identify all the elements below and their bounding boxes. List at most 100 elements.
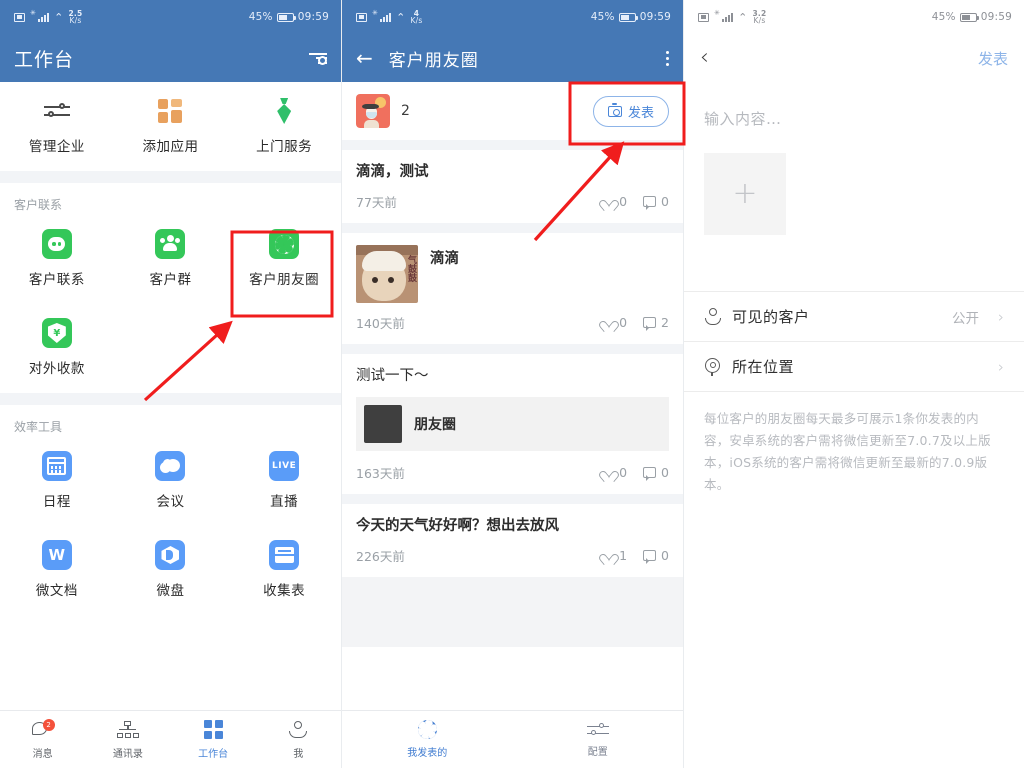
network-speed-unit: K/s xyxy=(69,16,82,25)
my-name: 2 xyxy=(401,103,410,119)
panel-customer-moments: ✳ ⌃ 4 K/s 45% 09:59 ← 客户朋友圈 2 发表 滴滴，测试 7… xyxy=(342,0,684,768)
efficiency-tools-grid: 日程 会议 LIVE 直播 W 微文档 微盘 收集表 xyxy=(0,437,341,615)
section-title: 客户联系 xyxy=(14,198,63,212)
tab-label: 我 xyxy=(293,748,304,760)
battery-percent: 45% xyxy=(931,11,956,23)
workbench-appbar: 工作台 xyxy=(0,34,341,82)
app-collect-form[interactable]: 收集表 xyxy=(227,526,341,615)
quick-action-add-app[interactable]: 添加应用 xyxy=(114,82,228,171)
compose-options-list: 可见的客户 公开 › 所在位置 › xyxy=(684,291,1024,392)
wedoc-w-icon: W xyxy=(41,540,72,570)
moments-post[interactable]: 气鼓鼓 滴滴 140天前 0 2 xyxy=(342,233,683,345)
app-customer-moments[interactable]: 客户朋友圈 xyxy=(227,215,341,304)
tab-contacts[interactable]: 通讯录 xyxy=(85,711,170,768)
quick-action-label: 添加应用 xyxy=(142,139,199,155)
sim-card-icon xyxy=(698,12,709,22)
link-thumbnail xyxy=(364,404,402,443)
option-location[interactable]: 所在位置 › xyxy=(684,342,1024,392)
asterisk-icon: ✳ xyxy=(30,8,37,17)
battery-percent: 45% xyxy=(248,11,273,23)
app-label: 客户联系 xyxy=(28,272,85,288)
compose-text-area[interactable]: 输入内容… xyxy=(684,82,1024,129)
post-text: 滴滴，测试 xyxy=(356,164,429,180)
post-stats: 0 0 xyxy=(602,464,669,481)
kebab-menu-icon[interactable] xyxy=(666,50,669,66)
post-stats: 1 0 xyxy=(602,548,669,564)
wedrive-cube-icon xyxy=(155,540,186,570)
like-count: 1 xyxy=(619,547,628,563)
wechat-chat-icon xyxy=(41,229,72,259)
post-time: 77天前 xyxy=(356,195,397,211)
location-pin-icon xyxy=(704,357,721,376)
add-photo-button[interactable]: + xyxy=(704,153,786,235)
network-speed-label: 4 K/s xyxy=(411,9,423,25)
heart-icon xyxy=(602,467,614,478)
tab-label: 我发表的 xyxy=(407,748,448,759)
post-button[interactable]: 发表 xyxy=(592,95,669,127)
grid-icon xyxy=(203,720,223,740)
moments-post[interactable]: 今天的天气好好啊？想出去放风 226天前 1 0 xyxy=(342,503,683,577)
camera-icon xyxy=(607,103,622,117)
comment-icon xyxy=(643,196,657,211)
tab-label: 消息 xyxy=(32,748,53,760)
sliders-icon xyxy=(586,722,609,738)
my-moments-row[interactable]: 2 发表 xyxy=(342,82,683,140)
post-stats: 0 0 xyxy=(602,194,669,211)
tab-messages[interactable]: 2 消息 xyxy=(0,711,85,768)
post-time: 140天前 xyxy=(356,316,405,332)
quick-actions-block: 管理企业 添加应用 上门服务 xyxy=(0,82,341,171)
section-customer-contact: 客户联系 客户联系 客户群 客户朋友圈 ¥ 对外收款 xyxy=(0,183,341,393)
image-caption: 气鼓鼓 xyxy=(406,255,416,283)
moments-aperture-icon xyxy=(269,229,300,259)
app-label: 客户朋友圈 xyxy=(249,272,320,288)
post-text: 测试一下～ xyxy=(356,368,429,385)
app-customer-contact[interactable]: 客户联系 xyxy=(0,215,114,304)
app-customer-group[interactable]: 客户群 xyxy=(114,215,228,304)
chevron-left-icon[interactable]: ‹ xyxy=(700,47,709,69)
comment-stat: 0 xyxy=(643,194,669,211)
sim-card-icon xyxy=(356,12,367,22)
like-count: 0 xyxy=(619,464,628,480)
person-icon xyxy=(704,308,721,325)
publish-button[interactable]: 发表 xyxy=(978,48,1008,69)
message-badge: 2 xyxy=(42,718,55,731)
quick-action-onsite-service[interactable]: 上门服务 xyxy=(227,82,341,171)
moments-aperture-icon xyxy=(417,720,437,739)
post-link-card[interactable]: 朋友圈 xyxy=(356,396,669,451)
app-label: 日程 xyxy=(42,494,71,510)
option-value: 公开 xyxy=(952,310,979,327)
comment-stat: 0 xyxy=(643,465,669,481)
tab-settings[interactable]: 配置 xyxy=(513,711,684,768)
list-settings-icon[interactable] xyxy=(305,52,327,65)
page-title: 客户朋友圈 xyxy=(388,50,479,71)
like-count: 0 xyxy=(619,315,628,331)
moments-post[interactable]: 测试一下～ 朋友圈 163天前 0 0 xyxy=(342,354,683,494)
like-stat: 0 xyxy=(602,315,627,330)
like-stat: 1 xyxy=(602,548,627,563)
cloud-meeting-icon xyxy=(155,451,186,481)
app-wedrive[interactable]: 微盘 xyxy=(114,526,228,615)
app-meeting[interactable]: 会议 xyxy=(114,437,228,526)
wifi-icon: ⌃ xyxy=(738,10,748,24)
quick-action-manage-company[interactable]: 管理企业 xyxy=(0,82,114,171)
tab-my-posts[interactable]: 我发表的 xyxy=(342,711,513,768)
section-title: 效率工具 xyxy=(14,420,63,434)
app-label: 客户群 xyxy=(149,272,192,288)
post-image[interactable]: 气鼓鼓 xyxy=(356,245,418,304)
app-schedule[interactable]: 日程 xyxy=(0,437,114,526)
chevron-right-icon: › xyxy=(998,307,1004,326)
status-bar-right: 45% 09:59 xyxy=(591,11,671,23)
option-visible-customers[interactable]: 可见的客户 公开 › xyxy=(684,292,1024,342)
app-label: 微文档 xyxy=(35,583,78,599)
tab-label: 通讯录 xyxy=(112,748,143,760)
message-bubble-icon: 2 xyxy=(31,718,55,740)
arrow-left-icon[interactable]: ← xyxy=(356,48,373,68)
tab-workbench[interactable]: 工作台 xyxy=(171,711,256,768)
app-wedoc[interactable]: W 微文档 xyxy=(0,526,114,615)
app-external-payment[interactable]: ¥ 对外收款 xyxy=(0,304,114,393)
tab-me[interactable]: 我 xyxy=(256,711,341,768)
moments-post[interactable]: 滴滴，测试 77天前 0 0 xyxy=(342,150,683,224)
status-bar: ✳ ⌃ 3.2 K/s 45% 09:59 xyxy=(684,0,1024,34)
app-live[interactable]: LIVE 直播 xyxy=(227,437,341,526)
status-bar-right: 45% 09:59 xyxy=(249,11,329,23)
